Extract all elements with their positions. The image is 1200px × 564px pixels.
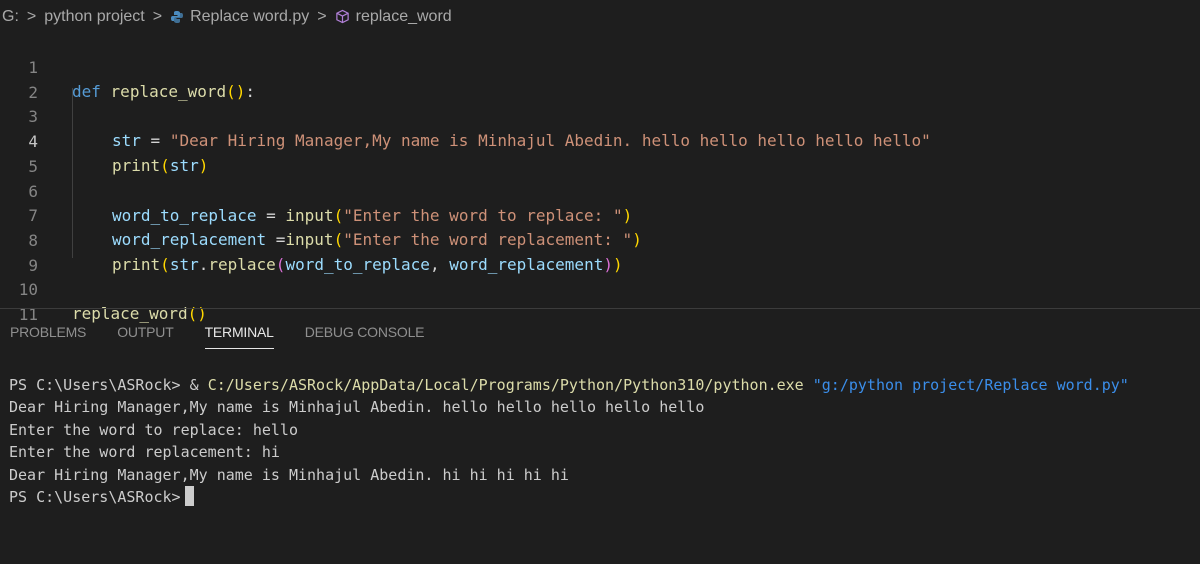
terminal-line: Enter the word to replace: hello	[9, 420, 298, 439]
function-print: print	[112, 254, 161, 274]
breadcrumb-folder[interactable]: python project	[42, 8, 147, 26]
breadcrumb-file[interactable]: Replace word.py	[168, 8, 311, 26]
code-line-7[interactable]: 7 word_replacement =input("Enter the wor…	[0, 180, 641, 249]
tab-terminal[interactable]: TERMINAL	[204, 318, 274, 349]
tab-output[interactable]: OUTPUT	[117, 318, 174, 348]
breadcrumb-symbol-label: replace_word	[355, 8, 452, 25]
keyword-def: def	[72, 82, 101, 101]
vscode-window: G: > python project > Replace word.py > …	[0, 0, 1200, 564]
dot-operator: .	[198, 254, 209, 274]
string-literal: "Enter the word replacement: "	[343, 230, 633, 250]
terminal-ampersand: &	[189, 376, 208, 394]
assign-operator: =	[256, 205, 286, 225]
breadcrumb-file-label: Replace word.py	[190, 8, 310, 25]
argument-word-replacement: word_replacement	[449, 254, 604, 274]
terminal-cursor[interactable]	[184, 485, 194, 506]
terminal-prompt: PS C:\Users\ASRock>	[9, 487, 181, 506]
paren-close: )	[612, 254, 623, 274]
code-line-8[interactable]: 8 print(str.replace(word_to_replace, wor…	[0, 205, 622, 274]
terminal-executable: C:/Users/ASRock/AppData/Local/Programs/P…	[207, 376, 804, 394]
terminal-line: Dear Hiring Manager,My name is Minhajul …	[9, 465, 569, 484]
method-replace: replace	[208, 254, 276, 274]
code-line-1[interactable]: 1 def replace_word():	[0, 32, 255, 101]
python-file-icon	[171, 10, 184, 23]
paren-open: (	[160, 156, 170, 176]
chevron-right-icon: >	[26, 8, 37, 25]
function-name: replace_word	[110, 82, 227, 101]
tab-debug-console[interactable]: DEBUG CONSOLE	[305, 318, 425, 348]
chevron-right-icon: >	[152, 8, 163, 25]
paren-open: (	[333, 230, 344, 250]
paren-open: (	[226, 82, 236, 101]
terminal-prompt: PS C:\Users\ASRock>	[9, 376, 190, 394]
terminal-output[interactable]: PS C:\Users\ASRock> & C:/Users/ASRock/Ap…	[9, 374, 1194, 508]
terminal-line: Enter the word replacement: hi	[9, 443, 280, 462]
cube-symbol-icon	[335, 9, 349, 24]
code-line-6[interactable]: 6 word_to_replace = input("Enter the wor…	[0, 156, 632, 225]
code-content: word_to_replace = input("Enter the word …	[112, 204, 632, 228]
code-content: print(str.replace(word_to_replace, word_…	[112, 253, 623, 277]
paren-close: )	[198, 156, 209, 176]
assign-operator: =	[266, 230, 286, 250]
paren-close: )	[235, 82, 246, 101]
terminal-line: PS C:\Users\ASRock>	[9, 485, 1194, 508]
code-line-10[interactable]: 10 replace_word()	[0, 254, 207, 323]
function-input: input	[285, 230, 334, 250]
paren-close: )	[622, 205, 633, 225]
code-content: print(str)	[112, 154, 208, 178]
argument-word-to-replace: word_to_replace	[285, 254, 430, 274]
comma: ,	[429, 254, 450, 274]
code-content: def replace_word():	[72, 80, 255, 104]
code-content: str = "Dear Hiring Manager,My name is Mi…	[112, 129, 931, 153]
breadcrumb-symbol[interactable]: replace_word	[333, 8, 454, 26]
variable-str: str	[169, 254, 199, 274]
code-line-4[interactable]: 4 print(str)	[0, 106, 208, 175]
colon: :	[245, 82, 256, 101]
variable-word-to-replace: word_to_replace	[112, 205, 257, 225]
string-literal: "Dear Hiring Manager,My name is Minhajul…	[169, 131, 931, 151]
paren-open: (	[160, 254, 170, 274]
code-line-2[interactable]: 2	[0, 57, 58, 102]
assign-operator: =	[140, 131, 170, 151]
terminal-line: Dear Hiring Manager,My name is Minhajul …	[9, 398, 705, 417]
variable-str: str	[169, 156, 199, 176]
indent-guide	[72, 88, 73, 258]
paren-close: )	[632, 230, 642, 250]
panel-divider[interactable]	[0, 308, 1200, 309]
code-line-5[interactable]: 5	[0, 131, 58, 176]
tab-problems[interactable]: PROBLEMS	[10, 318, 86, 348]
variable-word-replacement: word_replacement	[112, 230, 267, 250]
terminal-line: PS C:\Users\ASRock> & C:/Users/ASRock/Ap…	[9, 374, 1194, 396]
code-line-11[interactable]: 11	[0, 279, 58, 324]
string-literal: "Enter the word to replace: "	[343, 205, 623, 225]
breadcrumb-drive[interactable]: G:	[0, 8, 21, 26]
function-input: input	[285, 205, 334, 225]
paren-open-inner: (	[275, 254, 286, 274]
panel-tabs: PROBLEMS OUTPUT TERMINAL DEBUG CONSOLE	[10, 318, 455, 350]
terminal-script-argument: "g:/python project/Replace word.py"	[803, 376, 1129, 394]
function-print: print	[112, 156, 161, 176]
paren-close-inner: )	[603, 254, 613, 274]
code-line-9[interactable]: 9	[0, 230, 58, 275]
code-editor[interactable]: 1 def replace_word(): 2 3 str = "Dear Hi…	[0, 30, 1200, 324]
chevron-right-icon: >	[317, 8, 327, 25]
variable-str: str	[112, 131, 141, 151]
breadcrumb: G: > python project > Replace word.py > …	[0, 0, 1200, 34]
paren-open: (	[333, 205, 344, 225]
code-line-3[interactable]: 3 str = "Dear Hiring Manager,My name is …	[0, 81, 930, 150]
code-content: word_replacement =input("Enter the word …	[112, 228, 642, 252]
